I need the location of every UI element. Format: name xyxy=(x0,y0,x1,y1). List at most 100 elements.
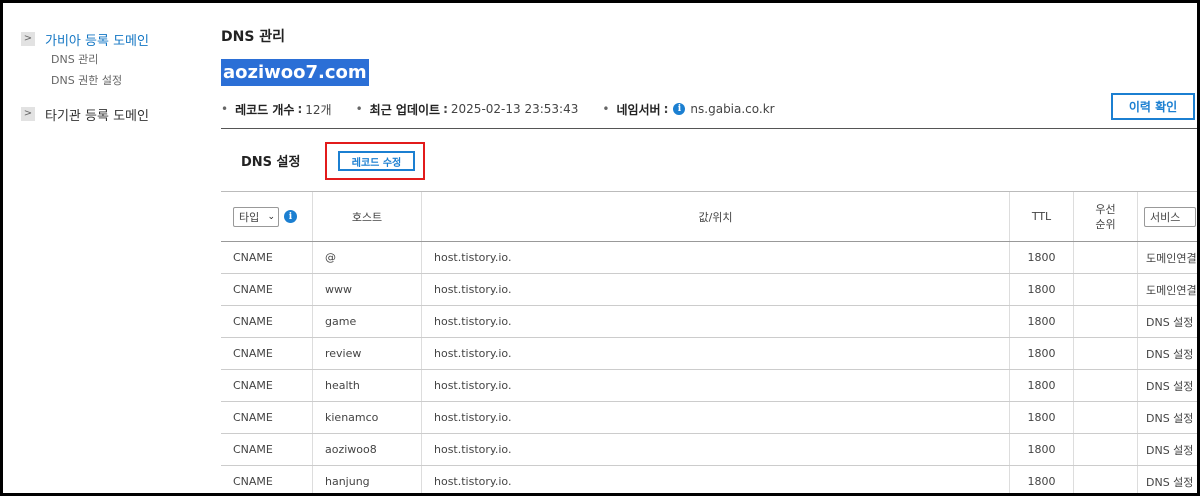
domain-name: aoziwoo7.com xyxy=(221,59,369,86)
type-filter-select[interactable]: 타입 ⌄ xyxy=(233,206,279,227)
table-row: CNAME @ host.tistory.io. 1800 도메인연결 xyxy=(221,242,1200,274)
cell-ttl: 1800 xyxy=(1010,466,1074,496)
table-row: CNAME kienamco host.tistory.io. 1800 DNS 설정 xyxy=(221,402,1200,434)
sidebar: > 가비아 등록 도메인 DNS 관리 DNS 권한 설정 > 타기관 등록 도… xyxy=(21,29,201,124)
cell-priority xyxy=(1074,434,1138,465)
service-filter-select[interactable]: 서비스 xyxy=(1144,206,1196,227)
cell-ttl: 1800 xyxy=(1010,402,1074,433)
last-updated-value: 2025-02-13 23:53:43 xyxy=(450,102,579,116)
chevron-right-icon[interactable]: > xyxy=(21,107,35,121)
cell-host: www xyxy=(313,274,422,305)
cell-host: review xyxy=(313,338,422,369)
page-title: DNS 관리 xyxy=(221,29,286,45)
sidebar-item-dns-permissions[interactable]: DNS 권한 설정 xyxy=(51,70,201,92)
table-row: CNAME hanjung host.tistory.io. 1800 DNS 설정 xyxy=(221,466,1200,496)
cell-type: CNAME xyxy=(221,306,313,337)
info-icon[interactable]: i xyxy=(284,210,297,223)
dns-records-table: 타입 ⌄ i 호스트 값/위치 TTL 우선 순위 서비스 CNAME @ host… xyxy=(221,191,1200,496)
cell-ttl: 1800 xyxy=(1010,434,1074,465)
cell-ttl: 1800 xyxy=(1010,370,1074,401)
divider xyxy=(221,128,1200,129)
header-priority: 우선 순위 xyxy=(1074,192,1138,241)
cell-type: CNAME xyxy=(221,274,313,305)
record-count-label: 레코드 개수 xyxy=(235,102,295,117)
cell-ttl: 1800 xyxy=(1010,274,1074,305)
sidebar-group-gabia-domains[interactable]: > 가비아 등록 도메인 xyxy=(21,29,201,49)
cell-value: host.tistory.io. xyxy=(422,466,1010,496)
cell-priority xyxy=(1074,466,1138,496)
type-filter-value: 타입 xyxy=(239,210,260,224)
table-row: CNAME game host.tistory.io. 1800 DNS 설정 xyxy=(221,306,1200,338)
separator: : xyxy=(297,102,303,116)
table-row: CNAME review host.tistory.io. 1800 DNS 설정 xyxy=(221,338,1200,370)
sidebar-group-other-domains[interactable]: > 타기관 등록 도메인 xyxy=(21,104,201,124)
history-button[interactable]: 이력 확인 xyxy=(1111,93,1195,120)
cell-host: aoziwoo8 xyxy=(313,434,422,465)
cell-value: host.tistory.io. xyxy=(422,402,1010,433)
chevron-right-icon[interactable]: > xyxy=(21,32,35,46)
cell-priority xyxy=(1074,402,1138,433)
record-count-value: 12개 xyxy=(305,102,332,117)
table-header-row: 타입 ⌄ i 호스트 값/위치 TTL 우선 순위 서비스 xyxy=(221,192,1200,242)
domain-info-row: • 레코드 개수 : 12개 • 최근 업데이트 : 2025-02-13 23… xyxy=(221,99,799,119)
cell-priority xyxy=(1074,306,1138,337)
cell-type: CNAME xyxy=(221,434,313,465)
cell-host: health xyxy=(313,370,422,401)
bullet: • xyxy=(221,102,229,116)
bullet: • xyxy=(355,102,363,116)
cell-service: 도메인연결 xyxy=(1146,251,1197,265)
bullet: • xyxy=(602,102,610,116)
cell-ttl: 1800 xyxy=(1010,338,1074,369)
cell-priority xyxy=(1074,274,1138,305)
cell-host: hanjung xyxy=(313,466,422,496)
cell-value: host.tistory.io. xyxy=(422,338,1010,369)
cell-ttl: 1800 xyxy=(1010,242,1074,273)
cell-service: DNS 설정 xyxy=(1146,411,1194,425)
cell-ttl: 1800 xyxy=(1010,306,1074,337)
cell-host: game xyxy=(313,306,422,337)
header-priority-line1: 우선 xyxy=(1095,202,1116,216)
info-icon[interactable]: i xyxy=(673,103,686,115)
cell-priority xyxy=(1074,370,1138,401)
screenshot-frame: > 가비아 등록 도메인 DNS 관리 DNS 권한 설정 > 타기관 등록 도… xyxy=(0,0,1200,496)
sidebar-item-dns-management[interactable]: DNS 관리 xyxy=(51,49,201,71)
table-row: CNAME aoziwoo8 host.tistory.io. 1800 DNS 설정 xyxy=(221,434,1200,466)
separator: : xyxy=(663,102,669,116)
chevron-down-icon: ⌄ xyxy=(267,211,275,222)
header-value: 값/위치 xyxy=(422,192,1010,241)
cell-type: CNAME xyxy=(221,466,313,496)
cell-type: CNAME xyxy=(221,402,313,433)
table-body: CNAME @ host.tistory.io. 1800 도메인연결 CNAME www h… xyxy=(221,242,1200,496)
cell-type: CNAME xyxy=(221,370,313,401)
nameserver-value: ns.gabia.co.kr xyxy=(690,102,775,116)
sidebar-group-title-gabia[interactable]: 가비아 등록 도메인 xyxy=(45,30,149,49)
cell-service: DNS 설정 xyxy=(1146,443,1194,457)
cell-value: host.tistory.io. xyxy=(422,306,1010,337)
sidebar-group-title-other[interactable]: 타기관 등록 도메인 xyxy=(45,105,149,124)
nameserver: • 네임서버 : i ns.gabia.co.kr xyxy=(602,101,774,118)
table-row: CNAME health host.tistory.io. 1800 DNS 설정 xyxy=(221,370,1200,402)
cell-type: CNAME xyxy=(221,338,313,369)
record-count: • 레코드 개수 : 12개 xyxy=(221,101,332,118)
dns-settings-title: DNS 설정 xyxy=(241,155,301,170)
cell-service: 도메인연결 xyxy=(1146,283,1197,297)
cell-priority xyxy=(1074,242,1138,273)
cell-host: kienamco xyxy=(313,402,422,433)
cell-service: DNS 설정 xyxy=(1146,347,1194,361)
header-ttl: TTL xyxy=(1010,192,1074,241)
cell-priority xyxy=(1074,338,1138,369)
cell-service: DNS 설정 xyxy=(1146,315,1194,329)
cell-value: host.tistory.io. xyxy=(422,242,1010,273)
cell-value: host.tistory.io. xyxy=(422,370,1010,401)
cell-value: host.tistory.io. xyxy=(422,274,1010,305)
table-row: CNAME www host.tistory.io. 1800 도메인연결 xyxy=(221,274,1200,306)
header-priority-line2: 순위 xyxy=(1095,217,1116,231)
cell-service: DNS 설정 xyxy=(1146,475,1194,489)
last-updated: • 최근 업데이트 : 2025-02-13 23:53:43 xyxy=(356,101,579,118)
header-type: 타입 ⌄ i xyxy=(221,192,313,241)
cell-host: @ xyxy=(313,242,422,273)
edit-records-button[interactable]: 레코드 수정 xyxy=(338,151,415,171)
nameserver-label: 네임서버 xyxy=(616,102,661,117)
header-service: 서비스 xyxy=(1138,192,1200,241)
cell-service: DNS 설정 xyxy=(1146,379,1194,393)
